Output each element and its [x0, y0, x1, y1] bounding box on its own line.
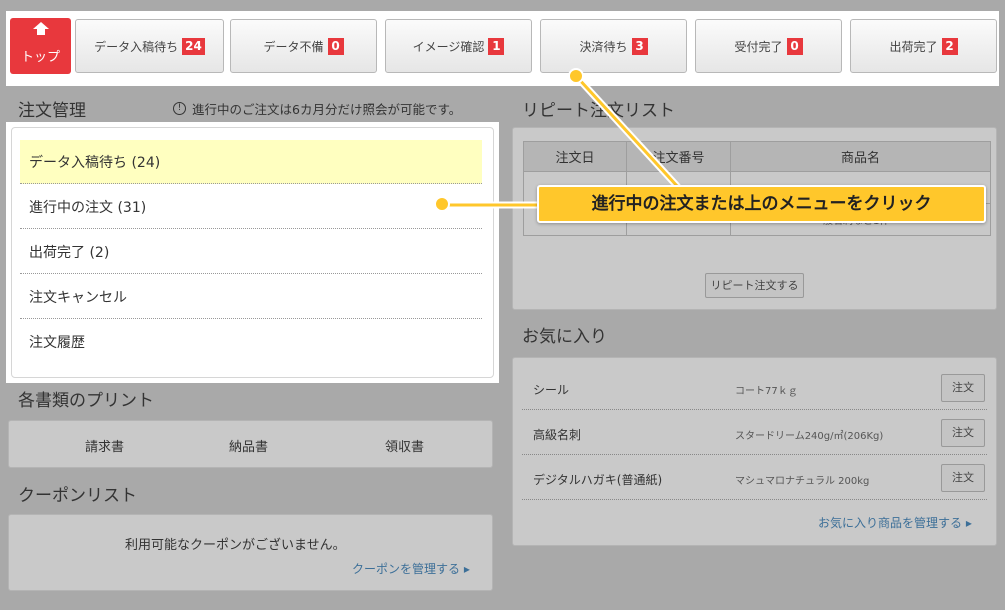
callout-marker: [568, 68, 584, 84]
callout-marker: [434, 196, 450, 212]
callout-connector-lines: [444, 74, 681, 209]
callout-label: 進行中の注文または上のメニューをクリック: [537, 185, 986, 223]
